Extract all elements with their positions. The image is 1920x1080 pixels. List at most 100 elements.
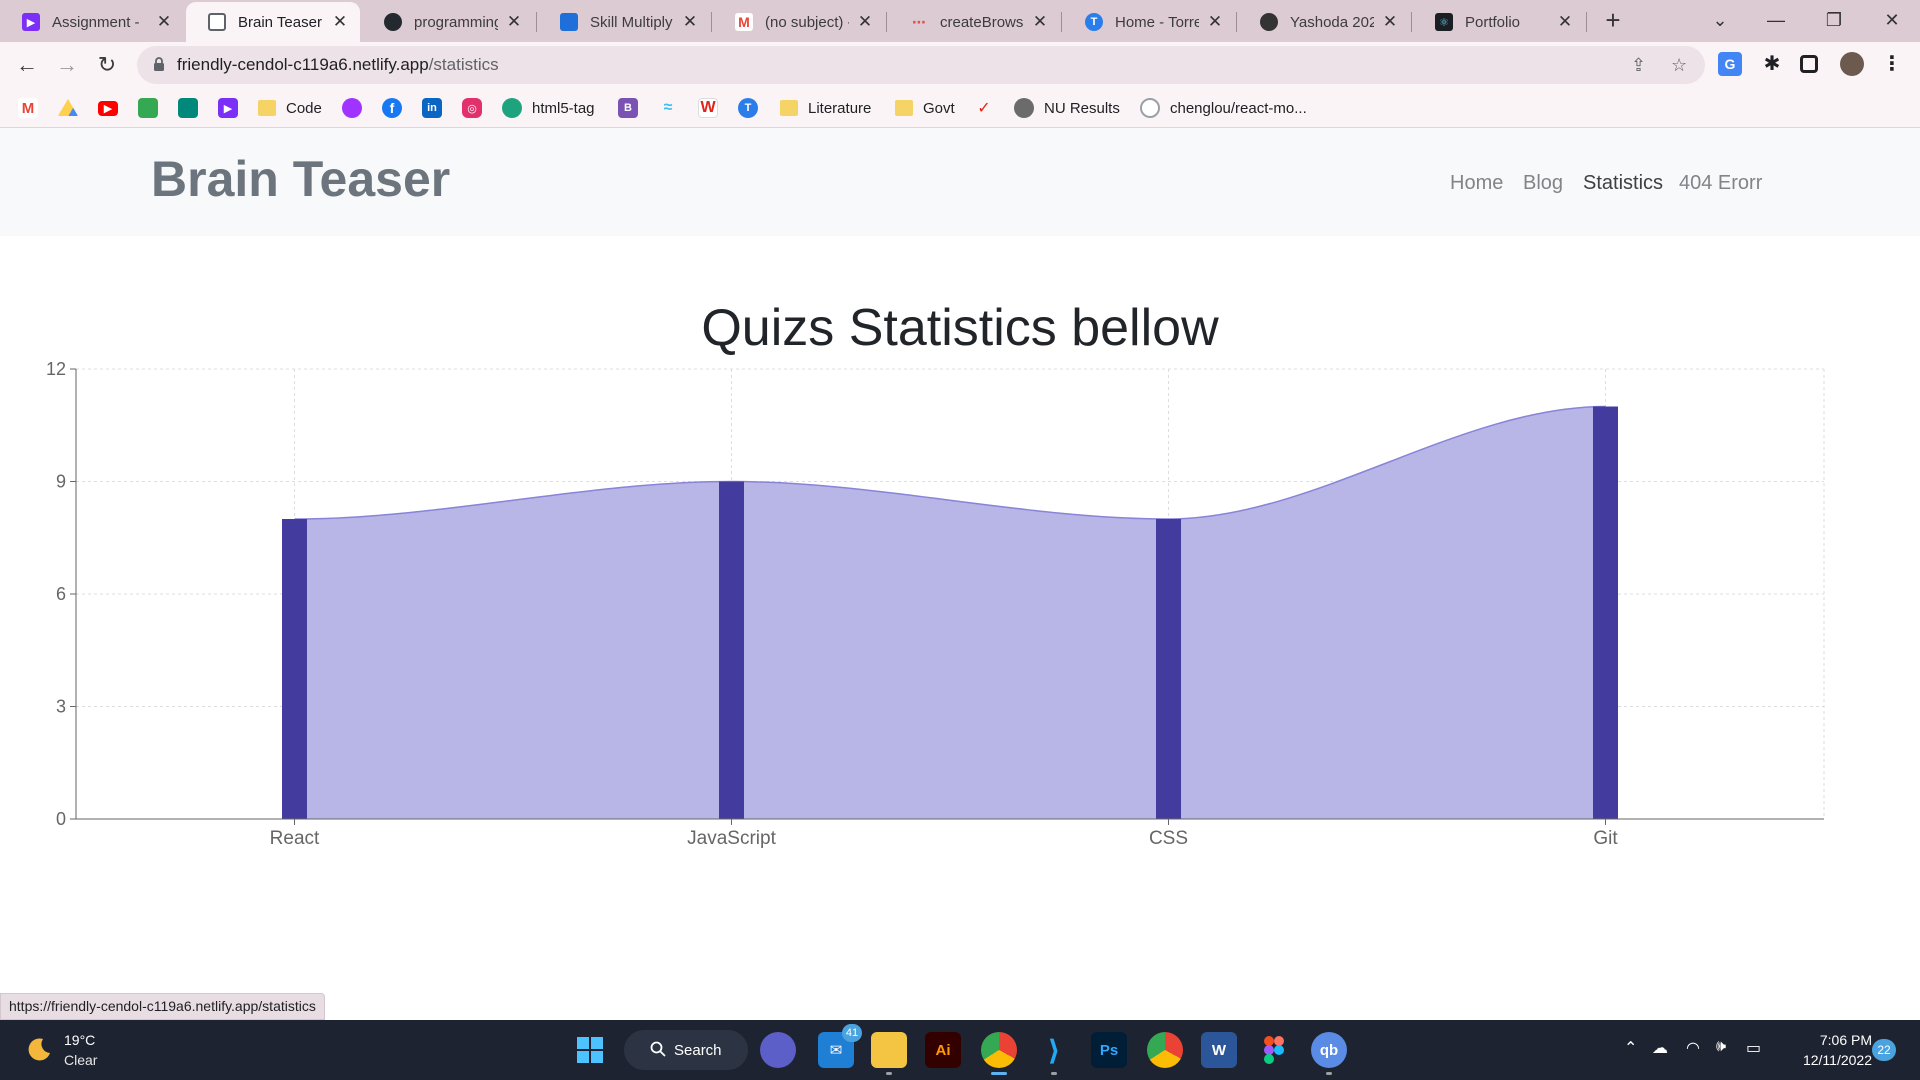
word-icon[interactable]: W [1201, 1032, 1237, 1068]
figma-icon[interactable] [1256, 1032, 1292, 1068]
close-icon[interactable]: ✕ [154, 12, 174, 32]
tab-torrent-home[interactable]: T Home - Torren ✕ [1063, 2, 1235, 42]
tab-label: Skill Multiply [590, 13, 673, 31]
tab-yashoda[interactable]: Yashoda 2022 ✕ [1238, 2, 1410, 42]
close-icon[interactable]: ✕ [1380, 12, 1400, 32]
close-icon[interactable]: ✕ [855, 12, 875, 32]
onedrive-warning-icon[interactable]: ☁ [1652, 1038, 1668, 1058]
bookmark-star-icon[interactable]: ☆ [1671, 55, 1687, 76]
vscode-icon[interactable]: ⟩ [1036, 1032, 1072, 1075]
back-button[interactable]: ← [10, 48, 44, 82]
wifi-icon[interactable]: ◠ [1686, 1038, 1700, 1058]
url-text[interactable]: friendly-cendol-c119a6.netlify.app/stati… [177, 55, 499, 75]
bar [282, 519, 307, 819]
file-explorer-icon[interactable] [871, 1032, 907, 1075]
bookmark-folder-govt[interactable]: Govt [895, 96, 955, 120]
drive-icon [58, 99, 78, 116]
bookmark-label: NU Results [1044, 99, 1120, 117]
instagram-icon: ◎ [462, 98, 482, 118]
bookmark-torrent[interactable]: T [738, 96, 758, 120]
tab-createbrowser[interactable]: ⋯ createBrowser ✕ [888, 2, 1060, 42]
photoshop-icon[interactable]: Ps [1091, 1032, 1127, 1068]
side-panel-icon[interactable] [1800, 55, 1818, 73]
tab-programming[interactable]: programming ✕ [362, 2, 534, 42]
tab-separator [886, 12, 887, 32]
battery-icon[interactable]: ▭ [1746, 1038, 1761, 1058]
tab-portfolio[interactable]: ⚛ Portfolio ✕ [1413, 2, 1585, 42]
tab-brain-teaser[interactable]: Brain Teaser ✕ [186, 2, 360, 42]
taskbar-search[interactable]: Search [624, 1030, 748, 1070]
tab-separator [536, 12, 537, 32]
github-icon [1140, 98, 1160, 118]
tab-label: Assignment - [52, 13, 140, 31]
extensions-puzzle-icon[interactable]: ✱ [1760, 52, 1784, 76]
profile-avatar[interactable] [1840, 52, 1864, 76]
close-icon[interactable]: ✕ [1555, 12, 1575, 32]
qbittorrent-icon[interactable]: qb [1311, 1032, 1347, 1075]
more-menu-icon[interactable]: ⋮ [1880, 52, 1904, 76]
bookmark-folder-literature[interactable]: Literature [780, 96, 871, 120]
minimize-button[interactable]: — [1748, 0, 1804, 40]
weather-condition[interactable]: Clear [64, 1052, 97, 1068]
tab-skill-multiply[interactable]: Skill Multiply ✕ [538, 2, 710, 42]
close-icon[interactable]: ✕ [1205, 12, 1225, 32]
shield-icon [560, 13, 578, 31]
close-icon[interactable]: ✕ [680, 12, 700, 32]
new-tab-button[interactable]: + [1596, 4, 1630, 38]
y-tick-label: 3 [56, 697, 66, 717]
bookmark-youtube[interactable]: ▶ [98, 96, 118, 120]
bookmark-maps[interactable] [138, 96, 158, 120]
bookmark-drive[interactable] [58, 96, 78, 120]
tab-separator [1586, 12, 1587, 32]
share-icon[interactable]: ⇪ [1631, 55, 1646, 76]
nav-blog[interactable]: Blog [1523, 172, 1563, 195]
chrome-icon[interactable] [981, 1032, 1017, 1075]
bookmark-checkmark[interactable]: ✓ [974, 96, 994, 120]
clock-time[interactable]: 7:06 PM [1794, 1032, 1872, 1048]
show-hidden-icons-chevron-icon[interactable]: ⌃ [1624, 1038, 1637, 1058]
notification-count-badge[interactable]: 22 [1872, 1039, 1896, 1061]
volume-icon[interactable]: 🕪 [1716, 1038, 1726, 1056]
bookmark-tailwind[interactable]: ≈ [658, 96, 678, 120]
site-brand[interactable]: Brain Teaser [151, 150, 450, 208]
bookmark-nu-results[interactable]: NU Results [1014, 96, 1120, 120]
close-window-button[interactable]: ✕ [1864, 0, 1920, 40]
bookmark-linkedin[interactable]: in [422, 96, 442, 120]
tab-no-subject[interactable]: M (no subject) - ✕ [713, 2, 885, 42]
moon-icon[interactable] [26, 1036, 52, 1062]
bookmark-instagram[interactable]: ◎ [462, 96, 482, 120]
torrent-t-icon: T [1085, 13, 1103, 31]
bookmark-purple-app[interactable]: ▶ [218, 96, 238, 120]
nav-404-error[interactable]: 404 Erorr [1679, 172, 1762, 195]
reload-button[interactable]: ↻ [90, 48, 124, 82]
close-icon[interactable]: ✕ [330, 12, 350, 32]
bookmark-messenger[interactable] [342, 96, 362, 120]
forward-button[interactable]: → [50, 48, 84, 82]
google-translate-icon[interactable]: G [1718, 52, 1742, 76]
address-bar[interactable]: friendly-cendol-c119a6.netlify.app/stati… [137, 46, 1705, 84]
mail-icon[interactable]: ✉ 41 [818, 1024, 862, 1068]
illustrator-icon[interactable]: Ai [925, 1032, 961, 1068]
maximize-button[interactable]: ❐ [1806, 0, 1862, 40]
bookmark-bootstrap[interactable]: B [618, 96, 638, 120]
teams-chat-icon[interactable] [760, 1032, 796, 1068]
tab-search-icon[interactable]: ⌄ [1692, 0, 1748, 40]
chrome-profile-icon[interactable] [1147, 1032, 1183, 1068]
bookmark-folder-code[interactable]: Code [258, 96, 322, 120]
bookmark-facebook[interactable]: f [382, 96, 402, 120]
bookmark-react-motion[interactable]: chenglou/react-mo... [1140, 96, 1307, 120]
lock-icon[interactable] [153, 56, 165, 72]
series-area [294, 406, 1606, 819]
nav-home[interactable]: Home [1450, 172, 1503, 195]
close-icon[interactable]: ✕ [1030, 12, 1050, 32]
weather-temperature[interactable]: 19°C [64, 1032, 95, 1048]
bookmark-html5-tag[interactable]: html5-tag [502, 96, 595, 120]
bookmark-meet[interactable] [178, 96, 198, 120]
nav-statistics[interactable]: Statistics [1583, 172, 1663, 195]
bookmark-w[interactable]: W [698, 96, 718, 120]
close-icon[interactable]: ✕ [504, 12, 524, 32]
bookmark-gmail[interactable]: M [18, 96, 38, 120]
tab-assignment[interactable]: ▶ Assignment - ✕ [0, 2, 184, 42]
clock-date[interactable]: 12/11/2022 [1786, 1052, 1872, 1068]
windows-start-icon[interactable] [572, 1032, 608, 1068]
